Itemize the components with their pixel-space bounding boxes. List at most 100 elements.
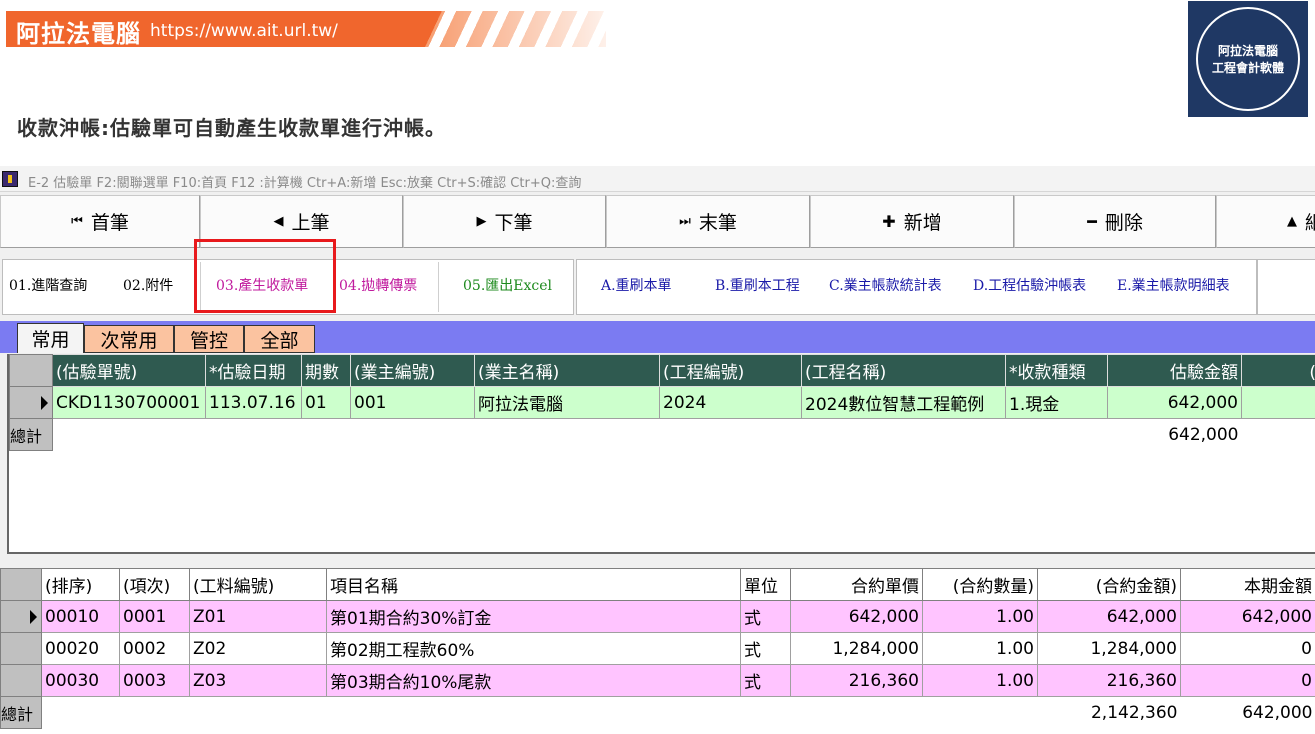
cell-unit[interactable]: 式 — [740, 664, 791, 697]
cell-receipt-type[interactable]: 1.現金 — [1005, 386, 1108, 419]
cell-contract-amount[interactable]: 216,360 — [1037, 664, 1181, 697]
col-project-name[interactable]: (工程名稱) — [801, 354, 1006, 387]
cell-quantity[interactable]: 1.00 — [922, 600, 1038, 633]
detail-header-row: (排序) (項次) (工料編號) 項目名稱 單位 合約單價 (合約數量) (合約… — [0, 568, 1315, 601]
tab-common[interactable]: 常用 — [17, 323, 84, 353]
col-period[interactable]: 期數 — [301, 354, 351, 387]
table-row[interactable]: 00020 0002 Z02 第02期工程款60% 式 1,284,000 1.… — [0, 632, 1315, 665]
refresh-project-button[interactable]: B.重刷本工程 — [715, 275, 800, 295]
highlight-generate-receipt — [194, 239, 336, 313]
master-total-due: 64 — [1242, 419, 1315, 451]
cell-material-code[interactable]: Z01 — [189, 600, 327, 633]
cell-contract-amount[interactable]: 1,284,000 — [1037, 632, 1181, 665]
cell-unit[interactable]: 式 — [740, 600, 791, 633]
col-item-no[interactable]: (項次) — [119, 568, 190, 601]
cell-material-code[interactable]: Z02 — [189, 632, 327, 665]
company-logo: 阿拉法電腦 工程會計軟體 — [1188, 1, 1308, 117]
col-receipt-type[interactable]: *收款種類 — [1005, 354, 1108, 387]
col-amount-due[interactable]: (應請 — [1241, 354, 1315, 387]
owner-detail-report-button[interactable]: E.業主帳款明細表 — [1117, 275, 1230, 295]
cell-item-no[interactable]: 0001 — [119, 600, 190, 633]
col-current-amount[interactable]: 本期金額 — [1180, 568, 1315, 601]
master-total-row: 總計 642,000 64 — [9, 418, 1315, 451]
project-offset-report-button[interactable]: D.工程估驗沖帳表 — [973, 275, 1086, 295]
col-quantity[interactable]: (合約數量) — [922, 568, 1038, 601]
cell-item-no[interactable]: 0003 — [119, 664, 190, 697]
cell-owner-code[interactable]: 001 — [350, 386, 475, 419]
cell-estimate-amount[interactable]: 642,000 — [1107, 386, 1242, 419]
skip-last-icon: ⏭ — [679, 214, 691, 229]
add-record-label: 新增 — [903, 212, 942, 234]
cell-unit[interactable]: 式 — [740, 632, 791, 665]
row-selector[interactable] — [9, 386, 53, 419]
tab-control[interactable]: 管控 — [174, 325, 244, 353]
cell-estimate-date[interactable]: 113.07.16 — [205, 386, 302, 419]
col-estimate-no[interactable]: (估驗單號) — [52, 354, 206, 387]
col-estimate-amount[interactable]: 估驗金額 — [1107, 354, 1242, 387]
table-row[interactable]: 00030 0003 Z03 第03期合約10%尾款 式 216,360 1.0… — [0, 664, 1315, 697]
cell-sort[interactable]: 00030 — [41, 664, 120, 697]
cell-unit-price[interactable]: 1,284,000 — [790, 632, 923, 665]
tab-secondary[interactable]: 次常用 — [84, 325, 174, 353]
table-row[interactable]: CKD1130700001 113.07.16 01 001 阿拉法電腦 202… — [9, 386, 1315, 419]
export-excel-button[interactable]: 05.匯出Excel — [463, 275, 552, 295]
cell-sort[interactable]: 00010 — [41, 600, 120, 633]
cell-current-amount[interactable]: 0 — [1180, 632, 1315, 665]
detail-button-label: 細 — [1305, 212, 1315, 234]
detail-button[interactable]: ▲ 細 — [1216, 195, 1315, 248]
cell-current-amount[interactable]: 0 — [1180, 664, 1315, 697]
attachment-button[interactable]: 02.附件 — [123, 275, 173, 295]
col-sort[interactable]: (排序) — [41, 568, 120, 601]
cell-contract-amount[interactable]: 642,000 — [1037, 600, 1181, 633]
cell-current-amount[interactable]: 642,000 — [1180, 600, 1315, 633]
cell-sort[interactable]: 00020 — [41, 632, 120, 665]
col-estimate-date[interactable]: *估驗日期 — [205, 354, 302, 387]
owner-stats-report-button[interactable]: C.業主帳款統計表 — [829, 275, 942, 295]
cell-item-name[interactable]: 第01期合約30%訂金 — [326, 600, 741, 633]
cell-item-no[interactable]: 0002 — [119, 632, 190, 665]
col-owner-code[interactable]: (業主編號) — [350, 354, 475, 387]
table-row[interactable]: 00010 0001 Z01 第01期合約30%訂金 式 642,000 1.0… — [0, 600, 1315, 633]
refresh-document-button[interactable]: A.重刷本單 — [601, 275, 672, 295]
first-record-label: 首筆 — [90, 212, 129, 234]
row-selector[interactable] — [0, 600, 42, 633]
col-item-name[interactable]: 項目名稱 — [326, 568, 741, 601]
first-record-button[interactable]: ⏮ 首筆 — [0, 195, 200, 248]
cell-material-code[interactable]: Z03 — [189, 664, 327, 697]
cell-period[interactable]: 01 — [301, 386, 351, 419]
site-banner: 阿拉法電腦 https://www.ait.url.tw/ — [6, 11, 606, 48]
delete-record-button[interactable]: ━ 刪除 — [1014, 195, 1216, 248]
cell-unit-price[interactable]: 216,360 — [790, 664, 923, 697]
advanced-query-button[interactable]: 01.進階查詢 — [9, 275, 87, 295]
cell-project-code[interactable]: 2024 — [659, 386, 802, 419]
cell-project-name[interactable]: 2024數位智慧工程範例 — [801, 386, 1006, 419]
cell-quantity[interactable]: 1.00 — [922, 664, 1038, 697]
field-tab-strip: 常用 次常用 管控 全部 — [0, 321, 1315, 353]
master-grid: (估驗單號) *估驗日期 期數 (業主編號) (業主名稱) (工程編號) (工程… — [7, 354, 1315, 554]
cell-owner-name[interactable]: 阿拉法電腦 — [474, 386, 660, 419]
cell-estimate-no[interactable]: CKD1130700001 — [52, 386, 206, 419]
cell-item-name[interactable]: 第02期工程款60% — [326, 632, 741, 665]
plus-icon: ✚ — [882, 212, 896, 231]
transfer-voucher-button[interactable]: 04.拋轉傳票 — [339, 275, 417, 295]
col-contract-amount[interactable]: (合約金額) — [1037, 568, 1181, 601]
col-project-code[interactable]: (工程編號) — [659, 354, 802, 387]
detail-total-contract: 2,142,360 — [1090, 702, 1178, 723]
next-icon: ▶ — [476, 214, 487, 229]
next-record-button[interactable]: ▶ 下筆 — [403, 195, 606, 248]
col-unit[interactable]: 單位 — [740, 568, 791, 601]
tab-all[interactable]: 全部 — [244, 325, 315, 353]
cell-unit-price[interactable]: 642,000 — [790, 600, 923, 633]
row-selector[interactable] — [0, 632, 42, 665]
cell-quantity[interactable]: 1.00 — [922, 632, 1038, 665]
detail-total-label: 總計 — [0, 696, 42, 729]
col-unit-price[interactable]: 合約單價 — [790, 568, 923, 601]
col-material-code[interactable]: (工料編號) — [189, 568, 327, 601]
add-record-button[interactable]: ✚ 新增 — [810, 195, 1014, 248]
cell-amount-due[interactable]: 64 — [1241, 386, 1315, 419]
cell-item-name[interactable]: 第03期合約10%尾款 — [326, 664, 741, 697]
col-owner-name[interactable]: (業主名稱) — [474, 354, 660, 387]
detail-total-current: 642,000 — [1242, 702, 1313, 723]
last-record-button[interactable]: ⏭ 末筆 — [606, 195, 810, 248]
row-selector[interactable] — [0, 664, 42, 697]
